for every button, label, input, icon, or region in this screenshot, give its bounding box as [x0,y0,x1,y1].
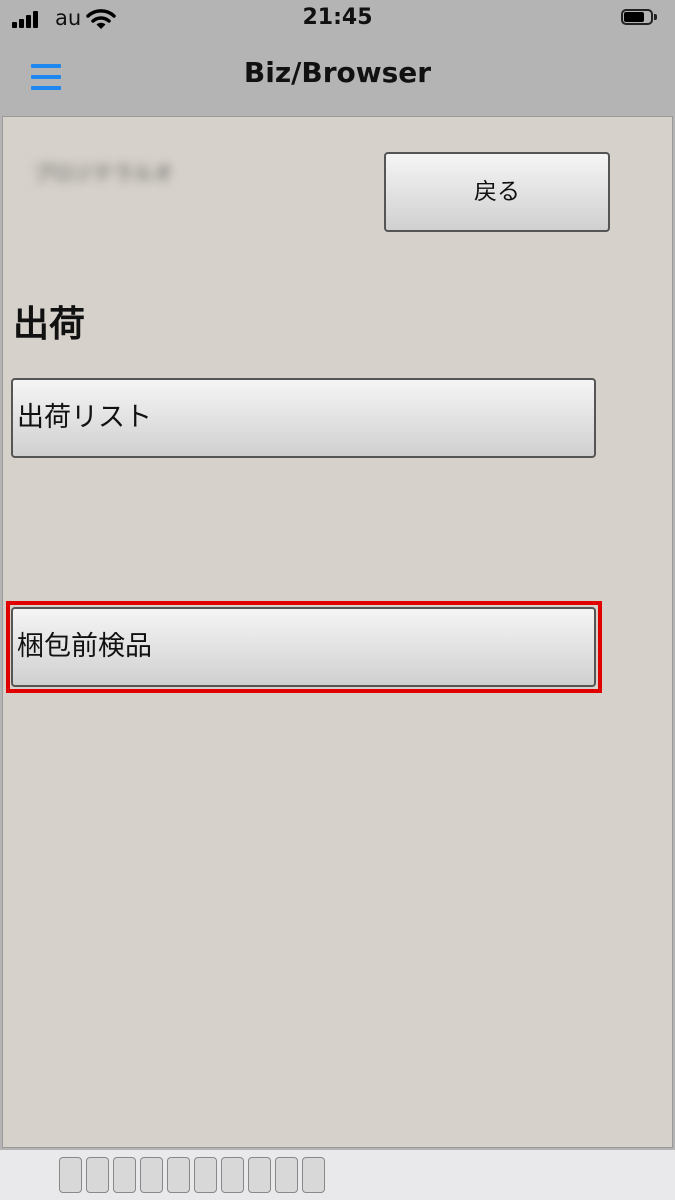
status-time: 21:45 [302,5,373,30]
back-button[interactable]: 戻る [384,152,610,232]
key-slot[interactable] [275,1157,298,1193]
key-slot[interactable] [221,1157,244,1193]
key-slot[interactable] [248,1157,271,1193]
content-area: プロジテラルオ 戻る 出荷 出荷リスト 梱包前検品 [2,116,673,1148]
battery-icon [621,9,659,27]
bottom-key-bar [0,1150,675,1200]
blurred-user-name: プロジテラルオ [33,161,173,185]
key-slot[interactable] [59,1157,82,1193]
key-slot[interactable] [194,1157,217,1193]
nav-title: Biz/Browser [243,56,432,89]
key-slot[interactable] [167,1157,190,1193]
section-title: 出荷 [13,304,86,345]
pre-pack-inspection-button[interactable]: 梱包前検品 [11,607,596,687]
key-slot[interactable] [302,1157,325,1193]
key-slot[interactable] [113,1157,136,1193]
nav-bar: Biz/Browser [0,40,675,115]
key-slot[interactable] [140,1157,163,1193]
status-bar: au 21:45 [0,0,675,40]
ship-list-button[interactable]: 出荷リスト [11,378,596,458]
key-slot[interactable] [86,1157,109,1193]
